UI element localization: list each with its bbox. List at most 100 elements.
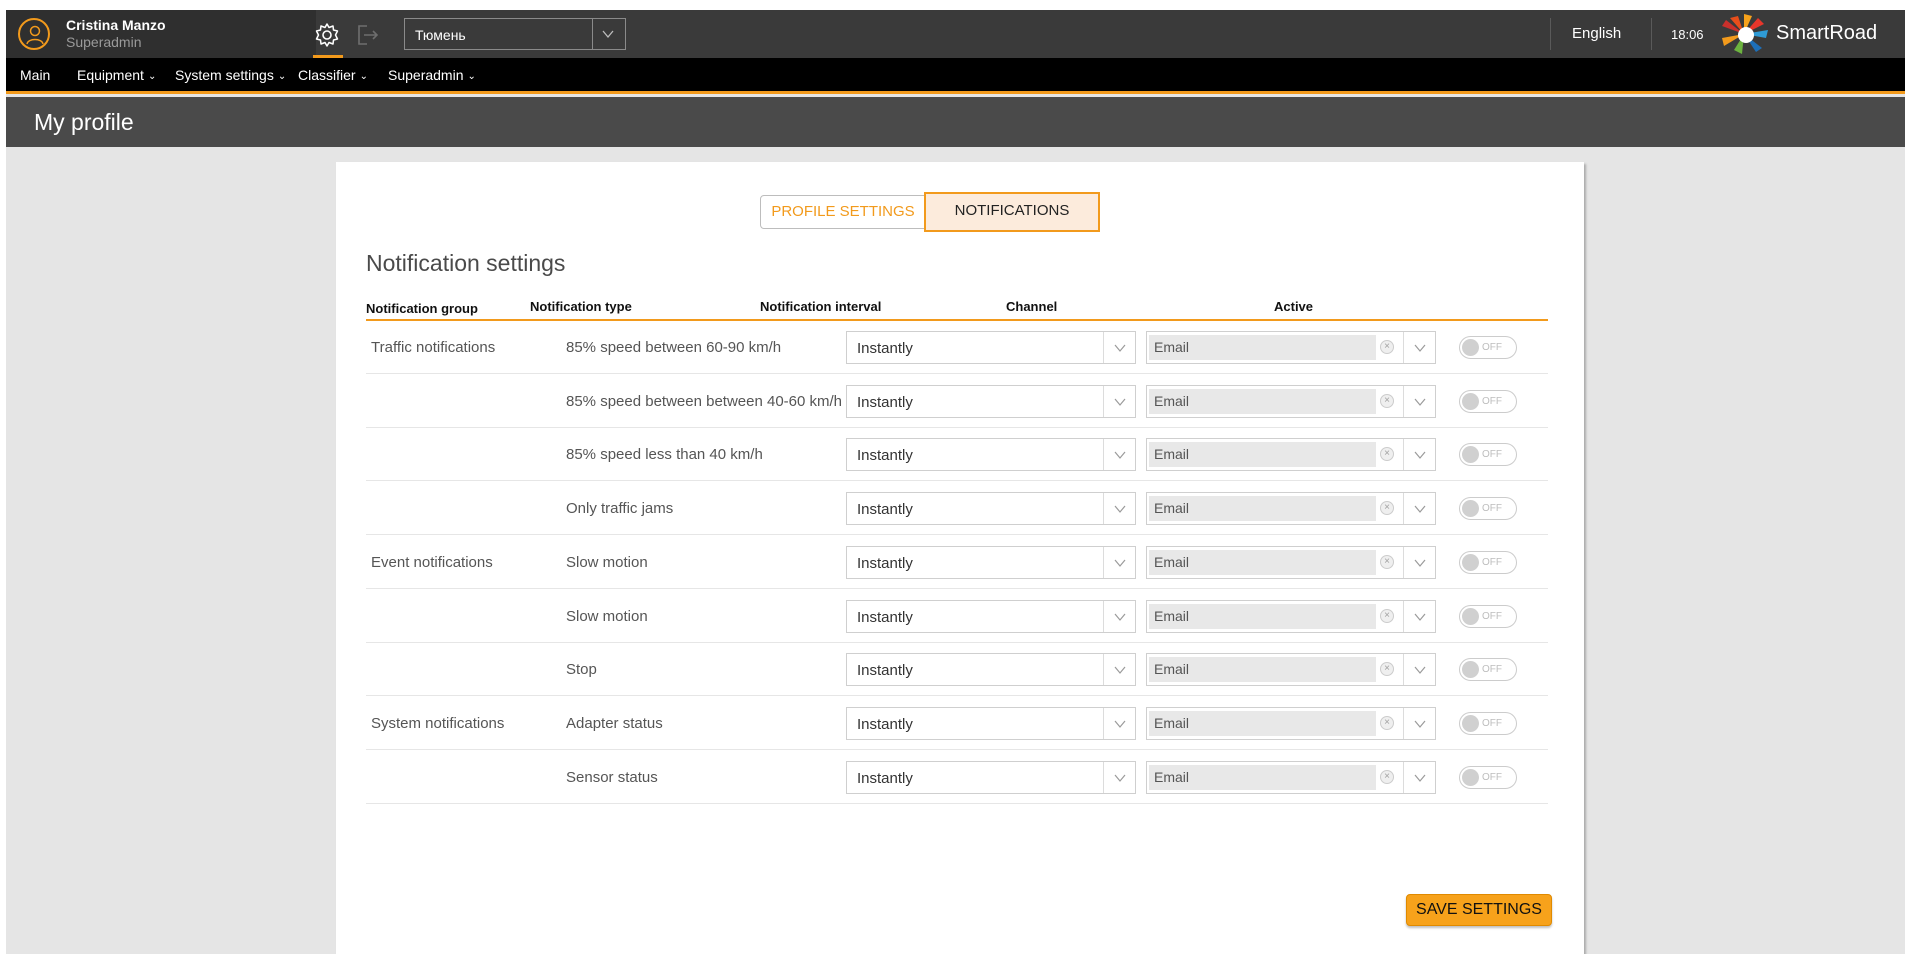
interval-select[interactable]: Instantly [846, 653, 1136, 687]
chevron-down-icon[interactable] [1113, 663, 1127, 682]
active-toggle[interactable]: OFF [1459, 550, 1517, 574]
clear-x-icon[interactable]: × [1380, 769, 1394, 784]
toggle-knob [1462, 446, 1479, 464]
column-header-type: Notification type [530, 299, 632, 314]
interval-select[interactable]: Instantly [846, 545, 1136, 579]
logout-icon[interactable] [354, 22, 380, 48]
active-toggle[interactable]: OFF [1459, 389, 1517, 413]
channel-select[interactable]: Email × [1146, 384, 1436, 418]
channel-select[interactable]: Email × [1146, 706, 1436, 740]
chevron-down-icon: ⌄ [147, 71, 157, 82]
clear-x-icon[interactable]: × [1380, 608, 1394, 623]
chevron-down-icon[interactable] [1113, 717, 1127, 736]
chevron-down-icon[interactable] [1413, 610, 1427, 629]
channel-select[interactable]: Email × [1146, 438, 1436, 472]
nav-item-classifier[interactable]: Classifier ⌄ [298, 67, 368, 83]
interval-value: Instantly [857, 769, 913, 787]
interval-value: Instantly [857, 554, 913, 572]
chevron-down-icon: ⌄ [359, 71, 368, 82]
channel-value: Email [1154, 500, 1190, 517]
nav-item-main[interactable]: Main [20, 67, 50, 83]
chevron-down-icon[interactable] [1413, 502, 1427, 521]
divider [1403, 707, 1404, 739]
toggle-knob [1462, 392, 1479, 410]
channel-select[interactable]: Email × [1146, 653, 1436, 687]
channel-select[interactable]: Email × [1146, 599, 1436, 633]
channel-select[interactable]: Email × [1146, 492, 1436, 526]
chevron-down-icon[interactable] [1413, 556, 1427, 575]
active-toggle[interactable]: OFF [1459, 443, 1517, 467]
active-toggle[interactable]: OFF [1459, 658, 1517, 682]
channel-select[interactable]: Email × [1146, 545, 1436, 579]
gear-icon[interactable] [312, 20, 342, 50]
interval-value: Instantly [857, 715, 913, 733]
interval-select[interactable]: Instantly [846, 384, 1136, 418]
clear-x-icon[interactable]: × [1380, 662, 1394, 677]
nav-item-system-settings[interactable]: System settings ⌄ [175, 67, 286, 83]
channel-select[interactable]: Email × [1146, 760, 1436, 794]
chevron-down-icon[interactable] [1413, 663, 1427, 682]
clear-x-icon[interactable]: × [1380, 447, 1394, 462]
notification-type: 85% speed between 60-90 km/h [566, 339, 782, 356]
channel-select[interactable]: Email × [1146, 331, 1436, 364]
interval-select[interactable]: Instantly [846, 599, 1136, 633]
chevron-down-icon[interactable] [1113, 502, 1127, 521]
chevron-down-icon[interactable] [1113, 395, 1127, 414]
active-toggle[interactable]: OFF [1459, 765, 1517, 789]
user-name: Cristina Manzo [66, 17, 166, 33]
active-toggle[interactable]: OFF [1459, 497, 1517, 521]
chevron-down-icon[interactable] [1113, 556, 1127, 575]
nav-item-equipment[interactable]: Equipment ⌄ [77, 67, 156, 83]
toggle-state-label: OFF [1482, 610, 1502, 622]
nav-item-label: Classifier [298, 67, 356, 83]
interval-select[interactable]: Instantly [846, 438, 1136, 472]
interval-select[interactable]: Instantly [846, 760, 1136, 794]
main-nav: Main Equipment ⌄ System settings ⌄ Classif… [6, 58, 1905, 94]
toggle-knob [1462, 661, 1479, 679]
clear-x-icon[interactable]: × [1380, 715, 1394, 730]
channel-value: Email [1154, 661, 1190, 678]
clear-x-icon[interactable]: × [1380, 340, 1394, 354]
chevron-down-icon[interactable] [1113, 610, 1127, 629]
user-block[interactable]: Cristina Manzo Superadmin [6, 10, 316, 58]
chevron-down-icon[interactable] [1413, 341, 1427, 360]
interval-value: Instantly [857, 608, 913, 626]
chevron-down-icon[interactable] [1413, 395, 1427, 414]
interval-value: Instantly [857, 340, 913, 357]
clear-x-icon[interactable]: × [1380, 501, 1394, 516]
settings-card: PROFILE SETTINGS NOTIFICATIONS Notificat… [336, 162, 1584, 954]
avatar[interactable] [18, 18, 50, 50]
language-selector[interactable]: English [1572, 25, 1621, 42]
page-title: My profile [34, 109, 134, 135]
chevron-down-icon[interactable] [1413, 448, 1427, 467]
notification-type: Sensor status [566, 768, 658, 786]
active-toggle[interactable]: OFF [1459, 604, 1517, 628]
chevron-down-icon[interactable] [1413, 717, 1427, 736]
save-settings-button[interactable]: SAVE SETTINGS [1406, 894, 1552, 926]
interval-select[interactable]: Instantly [846, 706, 1136, 740]
notification-type: Stop [566, 661, 597, 679]
divider [1403, 385, 1404, 417]
interval-select[interactable]: Instantly [846, 492, 1136, 526]
channel-tag: Email [1149, 657, 1376, 683]
toggle-state-label: OFF [1482, 664, 1502, 676]
divider [1403, 439, 1404, 471]
channel-value: Email [1154, 446, 1190, 463]
nav-item-superadmin[interactable]: Superadmin ⌄ [388, 67, 476, 83]
table-row: Sensor status Instantly Email × OFF [366, 751, 1548, 804]
column-header-interval: Notification interval [760, 299, 882, 314]
interval-value: Instantly [857, 393, 913, 411]
tab-profile-settings[interactable]: PROFILE SETTINGS [760, 195, 926, 229]
chevron-down-icon[interactable] [1113, 771, 1127, 790]
city-select[interactable]: Тюмень [404, 18, 626, 50]
clear-x-icon[interactable]: × [1380, 393, 1394, 408]
chevron-down-icon[interactable] [1113, 448, 1127, 467]
chevron-down-icon[interactable] [1113, 341, 1127, 360]
clear-x-icon[interactable]: × [1380, 554, 1394, 569]
active-toggle[interactable]: OFF [1459, 336, 1517, 359]
interval-select[interactable]: Instantly [846, 331, 1136, 364]
tab-notifications[interactable]: NOTIFICATIONS [924, 192, 1100, 232]
active-toggle[interactable]: OFF [1459, 711, 1517, 735]
chevron-down-icon[interactable] [1413, 771, 1427, 790]
divider [1103, 654, 1104, 686]
